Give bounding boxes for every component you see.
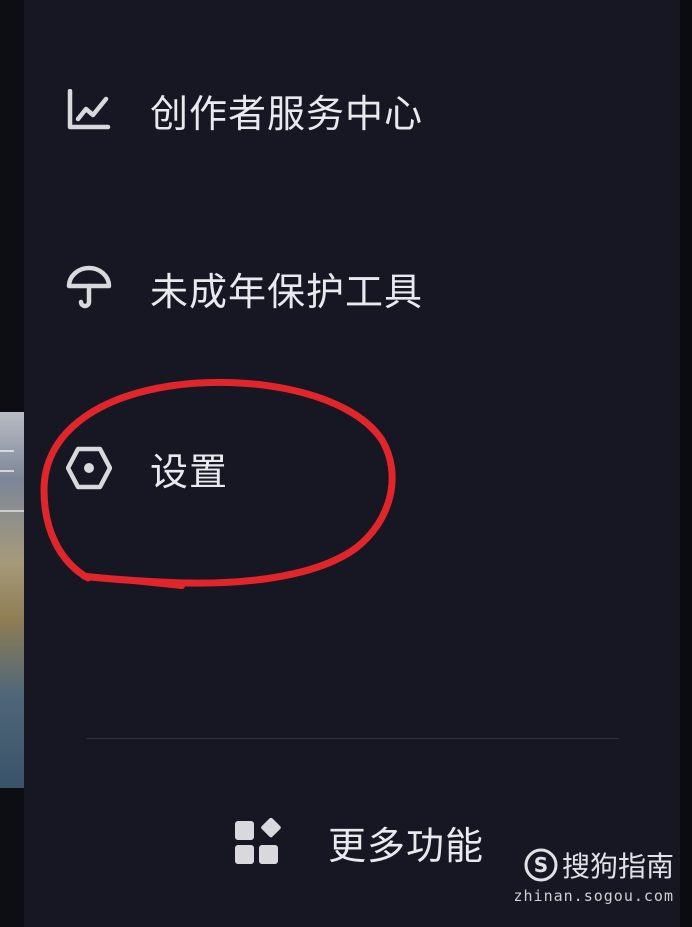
watermark-name: 搜狗指南 xyxy=(561,850,674,883)
menu-item-minor-protection[interactable]: 未成年保护工具 xyxy=(66,258,423,318)
background-feed xyxy=(0,0,24,927)
chart-line-icon xyxy=(66,87,112,133)
menu-item-creator-center[interactable]: 创作者服务中心 xyxy=(66,80,423,140)
menu-item-label: 创作者服务中心 xyxy=(150,91,424,136)
thumbnail-text-fragment xyxy=(0,450,14,472)
sogou-watermark: S 搜狗指南 zhinan.sogou.com xyxy=(513,845,674,905)
settings-hexagon-icon xyxy=(66,445,112,491)
apps-grid-icon xyxy=(234,817,282,866)
divider xyxy=(86,738,619,739)
more-features-label: 更多功能 xyxy=(328,823,485,868)
menu-item-label: 设置 xyxy=(150,449,229,494)
menu-item-settings[interactable]: 设置 xyxy=(66,438,228,498)
side-drawer: 创作者服务中心 未成年保护工具 设置 更多功能 xyxy=(24,0,680,927)
thumbnail-stripe xyxy=(0,510,24,512)
menu-item-label: 未成年保护工具 xyxy=(150,269,424,314)
watermark-url: zhinan.sogou.com xyxy=(513,887,674,905)
more-features-button[interactable]: 更多功能 xyxy=(234,812,484,872)
screen-edge xyxy=(680,0,692,927)
sogou-logo-icon: S xyxy=(524,848,558,882)
background-video-thumbnail[interactable] xyxy=(0,412,24,788)
svg-text:S: S xyxy=(534,853,548,877)
umbrella-icon xyxy=(66,265,112,311)
screen: 创作者服务中心 未成年保护工具 设置 更多功能 S 搜狗指南 zhinan.so… xyxy=(0,0,692,927)
